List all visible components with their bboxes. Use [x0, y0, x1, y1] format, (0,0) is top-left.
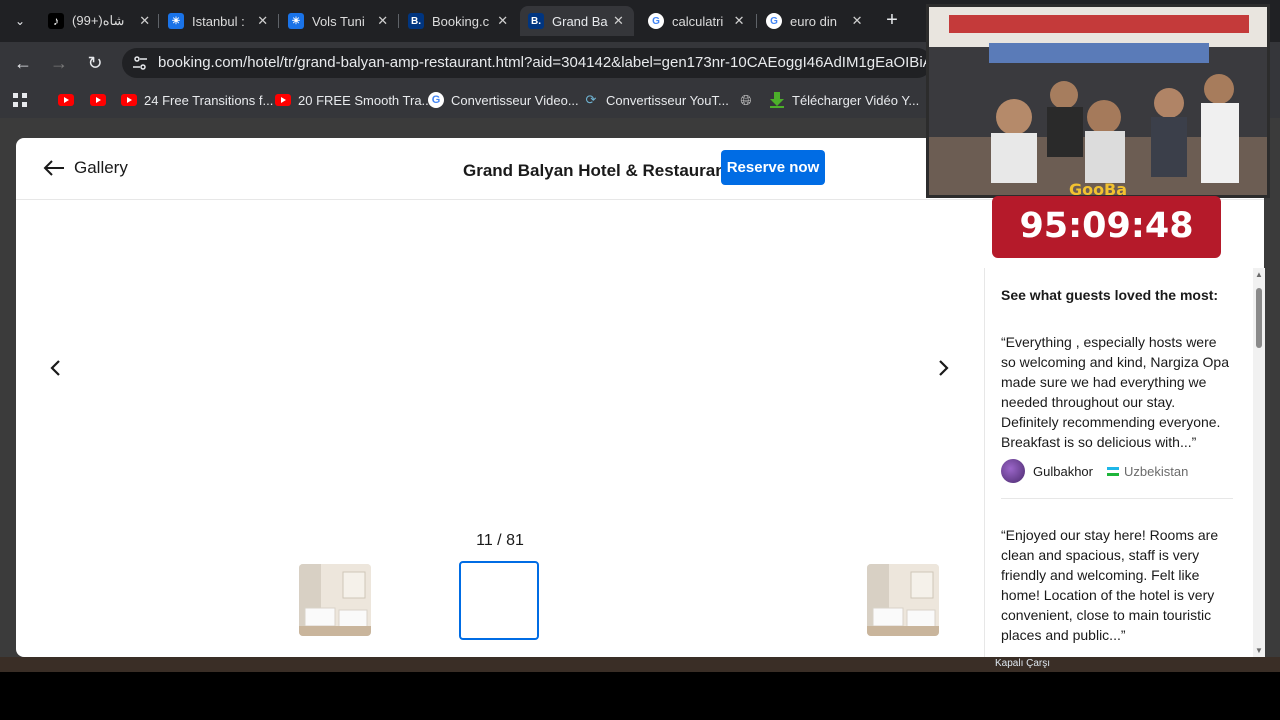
close-icon[interactable]: ✕ [850, 13, 864, 29]
close-icon[interactable]: ✕ [137, 13, 152, 29]
back-arrow-icon[interactable]: ← [11, 52, 35, 74]
tab-title: euro din [790, 13, 837, 29]
globe-icon: 🌐︎ [740, 91, 752, 108]
brand-logo: GooBa [1069, 180, 1127, 195]
tab-3[interactable]: B. Booking.c ✕ [400, 6, 518, 36]
bookmark-video-converter[interactable]: G Convertisseur Video... [428, 92, 579, 108]
reviewer-country: Uzbekistan [1106, 463, 1189, 479]
download-icon [769, 92, 785, 108]
bookmark-label: 20 FREE Smooth Tra... [298, 92, 433, 108]
bookmark-label: Convertisseur YouT... [606, 92, 729, 108]
youtube-icon [58, 92, 74, 108]
bookmark-smooth-transitions[interactable]: 20 FREE Smooth Tra... [275, 92, 432, 108]
close-icon[interactable]: ✕ [611, 13, 626, 29]
tab-title: شاه(+99) [72, 13, 125, 28]
close-icon[interactable]: ✕ [375, 13, 390, 29]
new-tab-plus-icon[interactable]: + [880, 9, 904, 31]
youtube-icon [275, 92, 291, 108]
reviewer-country-label: Uzbekistan [1123, 463, 1189, 479]
close-icon[interactable]: ✕ [255, 13, 270, 29]
tab-title: calculatri [672, 13, 724, 29]
guest-reviews-panel[interactable]: See what guests loved the most: “Everyth… [984, 268, 1265, 657]
reviews-scrollbar[interactable]: ▲ ▼ [1253, 268, 1265, 657]
photo-counter: 11 / 81 [476, 532, 524, 549]
bookmark-label: 24 Free Transitions f... [144, 92, 274, 108]
close-icon[interactable]: ✕ [732, 13, 746, 29]
reviews-title: See what guests loved the most: [1001, 287, 1219, 303]
uzbekistan-flag-icon [1106, 466, 1119, 476]
arrow-left-icon [43, 160, 64, 176]
tab-2[interactable]: ☀ Vols Tuni ✕ [280, 6, 398, 36]
youtube-icon [90, 92, 106, 108]
webcam-overlay: GooBa [926, 4, 1270, 198]
tab-title: Istanbul : [192, 13, 245, 29]
booking-icon: B. [408, 13, 424, 29]
bookmark-label: Télécharger Vidéo Y... [792, 92, 920, 108]
bookmark-youtube-converter[interactable]: ⟳ Convertisseur YouT... [583, 92, 729, 108]
tab-divider [398, 14, 399, 28]
previous-photo-button[interactable] [40, 356, 70, 380]
gallery-back-button[interactable]: Gallery [42, 158, 128, 178]
address-bar[interactable]: booking.com/hotel/tr/grand-balyan-amp-re… [122, 48, 932, 78]
tiktok-icon: ♪ [48, 13, 64, 29]
tab-title: Booking.c [432, 13, 490, 29]
page-photo-strip: Kapalı Çarşı [0, 657, 1280, 672]
tab-6[interactable]: G euro din ✕ [758, 6, 872, 36]
sun-logo-icon: ☀ [168, 13, 184, 29]
taskbar [0, 672, 1280, 720]
convert-icon: ⟳ [585, 92, 597, 107]
google-icon: G [648, 13, 664, 29]
review-divider [1001, 498, 1233, 499]
reviewer-name: Gulbakhor [1033, 463, 1093, 479]
bookmark-globe[interactable]: 🌐︎ [738, 92, 761, 108]
reload-icon[interactable]: ↻ [83, 52, 107, 74]
review-text: “Enjoyed our stay here! Rooms are clean … [1001, 527, 1219, 643]
countdown-timer: 95:09:48 [992, 196, 1221, 258]
gallery-back-label: Gallery [74, 158, 128, 177]
reserve-now-button[interactable]: Reserve now [721, 150, 825, 185]
bookmark-youtube[interactable] [58, 92, 81, 108]
sun-logo-icon: ☀ [288, 13, 304, 29]
scroll-up-icon[interactable]: ▲ [1255, 270, 1263, 279]
thumbnail-photo-selected[interactable] [459, 561, 539, 640]
tab-divider [278, 14, 279, 28]
next-photo-button[interactable] [929, 356, 959, 380]
apps-grid-icon[interactable] [12, 92, 28, 108]
bookmark-download-video[interactable]: Télécharger Vidéo Y... [769, 92, 919, 108]
avatar [1001, 459, 1025, 483]
tab-divider [756, 14, 757, 28]
forward-arrow-icon[interactable]: → [47, 52, 71, 74]
review-text: “Everything , especially hosts were so w… [1001, 334, 1230, 450]
booking-icon: B. [528, 13, 544, 29]
tab-0[interactable]: ♪ شاه(+99) ✕ [40, 6, 160, 36]
tab-divider [158, 14, 159, 28]
tab-1[interactable]: ☀ Istanbul : ✕ [160, 6, 278, 36]
scroll-down-icon[interactable]: ▼ [1255, 646, 1263, 655]
tab-search-chevron-icon[interactable]: ⌄ [8, 10, 32, 32]
thumbnail-photo[interactable] [867, 564, 939, 636]
url-text: booking.com/hotel/tr/grand-balyan-amp-re… [158, 54, 932, 71]
google-icon: G [766, 13, 782, 29]
tab-title: Vols Tuni [312, 13, 365, 29]
google-icon: G [428, 92, 444, 108]
scrollbar-thumb[interactable] [1256, 288, 1262, 348]
hotel-name: Grand Balyan Hotel & Restaurant [463, 161, 732, 180]
map-label: Kapalı Çarşı [995, 658, 1051, 669]
chevron-left-icon [50, 360, 60, 376]
youtube-icon [121, 92, 137, 108]
tab-title: Grand Ba [552, 13, 608, 29]
close-icon[interactable]: ✕ [495, 13, 510, 29]
bookmark-label: Convertisseur Video... [451, 92, 579, 108]
tab-4[interactable]: B. Grand Ba ✕ [520, 6, 634, 36]
tab-5[interactable]: G calculatri ✕ [640, 6, 754, 36]
reviewer-info: Gulbakhor Uzbekistan [1001, 459, 1188, 483]
thumbnail-photo[interactable] [299, 564, 371, 636]
bookmark-youtube[interactable] [90, 92, 113, 108]
chevron-right-icon [939, 360, 949, 376]
site-settings-icon[interactable] [132, 55, 148, 71]
bookmark-transitions[interactable]: 24 Free Transitions f... [121, 92, 273, 108]
